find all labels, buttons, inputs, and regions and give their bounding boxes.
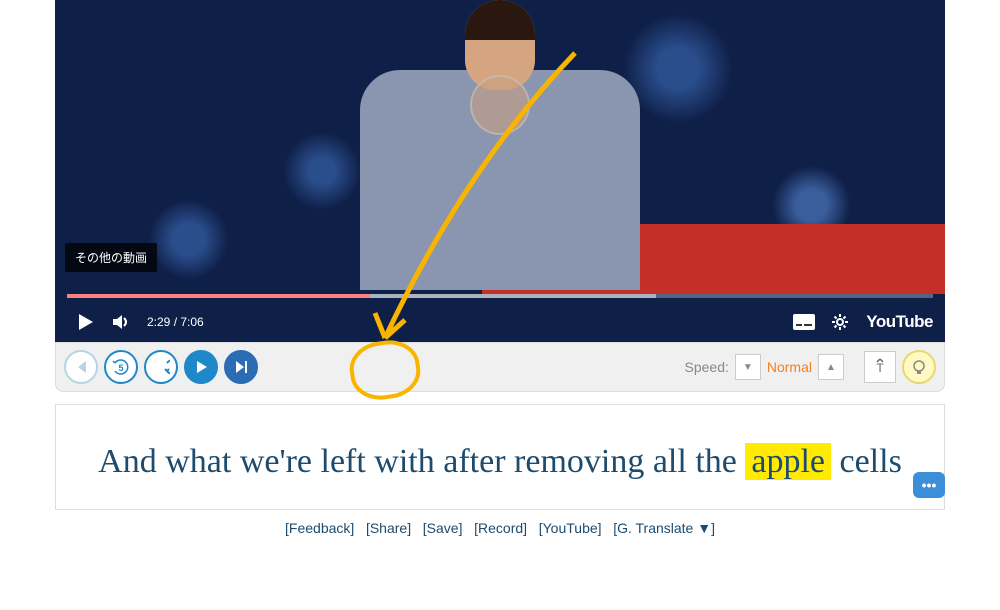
captions-button[interactable] <box>786 304 822 340</box>
more-videos-overlay[interactable]: その他の動画 <box>65 243 157 272</box>
prev-sentence-button[interactable] <box>64 350 98 384</box>
highlighted-word[interactable]: apple <box>745 443 831 480</box>
speed-down-button[interactable]: ▼ <box>735 354 761 380</box>
hint-bulb-button[interactable] <box>902 350 936 384</box>
video-player[interactable]: その他の動画 2:29 / 7:06 YouTube <box>55 0 945 342</box>
progress-buffered <box>67 294 656 298</box>
rewind-5-button[interactable]: 5 <box>104 350 138 384</box>
speed-up-button[interactable]: ▲ <box>818 354 844 380</box>
gtranslate-link[interactable]: [G. Translate ▼] <box>613 520 715 536</box>
save-link[interactable]: [Save] <box>423 520 463 536</box>
action-links: [Feedback] [Share] [Save] [Record] [YouT… <box>55 520 945 536</box>
app-controls-bar: 5 Speed: ▼ Normal ▲ T <box>55 342 945 392</box>
progress-bar[interactable] <box>67 294 933 298</box>
font-size-button[interactable]: T <box>864 351 896 383</box>
svg-text:T: T <box>876 361 884 375</box>
play-sentence-button[interactable] <box>184 350 218 384</box>
speed-label: Speed: <box>685 359 729 375</box>
feedback-link[interactable]: [Feedback] <box>285 520 354 536</box>
share-link[interactable]: [Share] <box>366 520 411 536</box>
speed-value: Normal <box>767 359 812 375</box>
svg-text:5: 5 <box>118 363 123 373</box>
record-link[interactable]: [Record] <box>474 520 527 536</box>
chat-bubble-button[interactable]: ••• <box>913 472 945 498</box>
settings-button[interactable] <box>822 304 858 340</box>
youtube-link[interactable]: [YouTube] <box>539 520 602 536</box>
video-controls: 2:29 / 7:06 YouTube <box>55 302 945 342</box>
subtitle-text: And what we're left with after removing … <box>76 435 924 489</box>
repeat-button[interactable] <box>144 350 178 384</box>
video-time: 2:29 / 7:06 <box>147 315 204 329</box>
volume-button[interactable] <box>103 304 139 340</box>
next-sentence-button[interactable] <box>224 350 258 384</box>
speaker-figure <box>330 0 670 290</box>
play-button[interactable] <box>67 304 103 340</box>
youtube-logo[interactable]: YouTube <box>866 312 933 332</box>
subtitle-panel: And what we're left with after removing … <box>55 404 945 510</box>
